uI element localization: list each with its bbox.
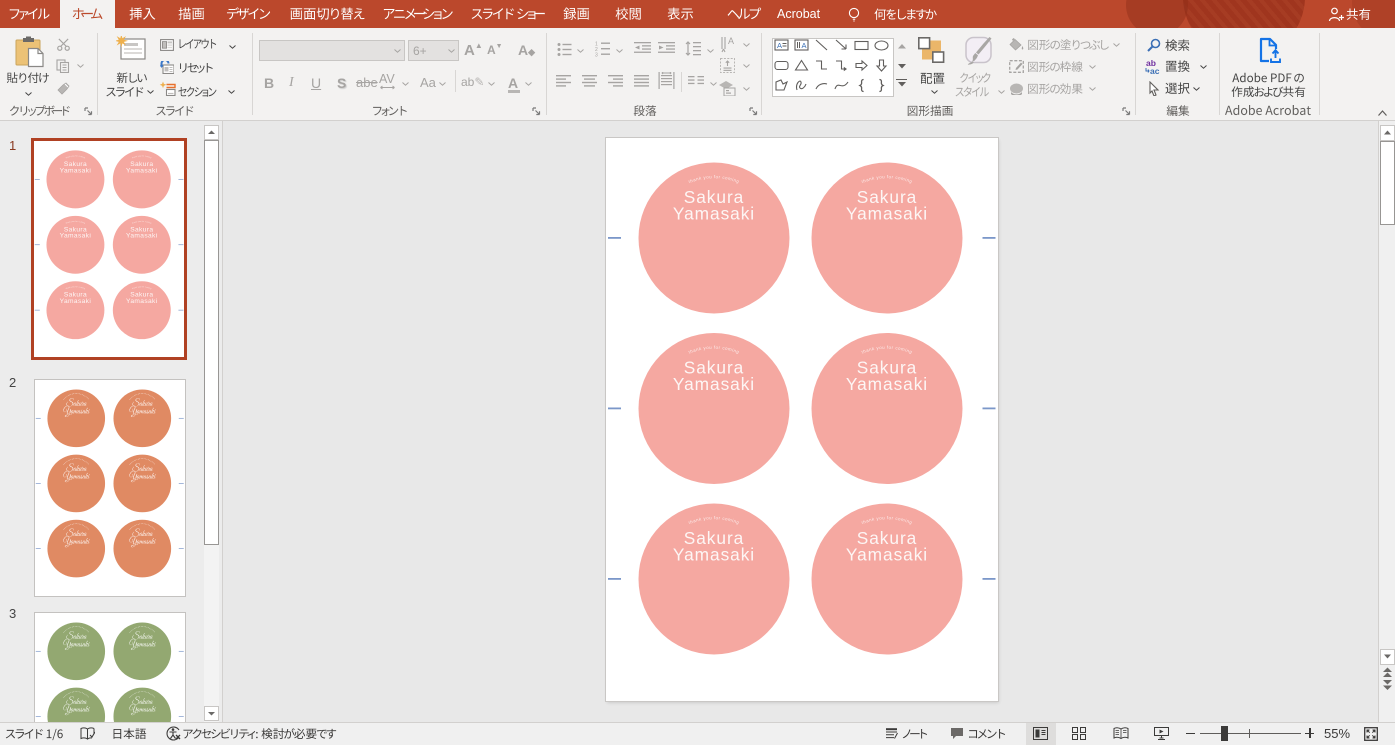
svg-text:3: 3 — [595, 53, 598, 58]
svg-text:Yamasaki: Yamasaki — [126, 232, 158, 239]
svg-text:Sakura: Sakura — [63, 226, 86, 233]
svg-text:Yamasaki: Yamasaki — [846, 203, 928, 223]
svg-text:A: A — [728, 36, 734, 46]
svg-text:Yamasaki: Yamasaki — [126, 167, 158, 174]
svg-text:Yamasaki: Yamasaki — [673, 544, 755, 564]
svg-text:A: A — [777, 41, 782, 50]
svg-text:AV: AV — [379, 73, 395, 86]
svg-text:Sakura: Sakura — [130, 226, 153, 233]
svg-text:Yamasaki: Yamasaki — [59, 167, 91, 174]
svg-text:Yamasaki: Yamasaki — [59, 298, 91, 305]
svg-text:Yamasaki: Yamasaki — [673, 374, 755, 394]
svg-text:A: A — [802, 41, 807, 50]
svg-text:Sakura: Sakura — [130, 291, 153, 298]
svg-text:Sakura: Sakura — [63, 160, 86, 167]
svg-text:Sakura: Sakura — [63, 291, 86, 298]
svg-text:Sakura: Sakura — [130, 160, 153, 167]
svg-text:Yamasaki: Yamasaki — [126, 298, 158, 305]
svg-text:Yamasaki: Yamasaki — [846, 374, 928, 394]
svg-text:ac: ac — [1150, 66, 1160, 75]
svg-text:Yamasaki: Yamasaki — [846, 544, 928, 564]
svg-text:Yamasaki: Yamasaki — [59, 232, 91, 239]
svg-text:Yamasaki: Yamasaki — [673, 203, 755, 223]
